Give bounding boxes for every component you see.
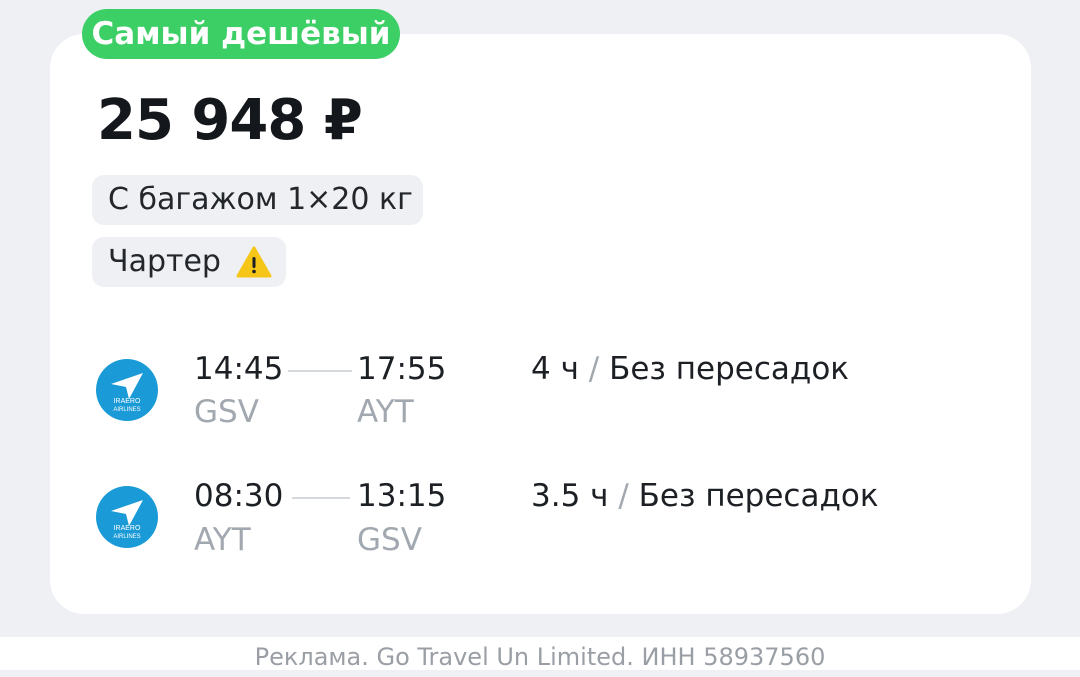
charter-chip[interactable]: Чартер [92,237,286,287]
baggage-label: С багажом 1×20 кг [108,182,413,217]
svg-text:IRAERO: IRAERO [114,398,141,405]
ad-disclaimer: Реклама. Go Travel Un Limited. ИНН 58937… [0,637,1080,671]
duration-value: 4 ч [531,351,579,387]
svg-text:AIRLINES: AIRLINES [113,534,140,540]
duration-value: 3.5 ч [531,478,609,514]
cheapest-badge: Самый дешёвый [82,9,400,59]
charter-label: Чартер [108,244,221,279]
route-line [288,370,352,372]
warning-icon [236,246,272,278]
svg-text:IRAERO: IRAERO [114,525,141,532]
flight-duration: 3.5 ч / Без пересадок [531,478,879,514]
arrive-time: 17:55 [357,351,447,387]
depart-code: GSV [194,394,259,430]
svg-text:AIRLINES: AIRLINES [113,407,140,413]
flight-duration: 4 ч / Без пересадок [531,351,849,387]
airline-logo: IRAERO AIRLINES [96,359,158,421]
stops-label: Без пересадок [638,478,879,514]
separator: / [618,478,629,514]
arrive-code: GSV [357,522,422,558]
airline-logo: IRAERO AIRLINES [96,486,158,548]
separator: / [588,351,600,387]
depart-time: 14:45 [194,351,284,387]
baggage-chip: С багажом 1×20 кг [92,175,423,225]
route-line [292,497,350,499]
arrive-time: 13:15 [357,478,447,514]
stops-label: Без пересадок [609,351,850,387]
arrive-code: AYT [357,394,414,430]
price: 25 948 ₽ [97,88,363,153]
depart-time: 08:30 [194,478,284,514]
depart-code: AYT [194,522,251,558]
